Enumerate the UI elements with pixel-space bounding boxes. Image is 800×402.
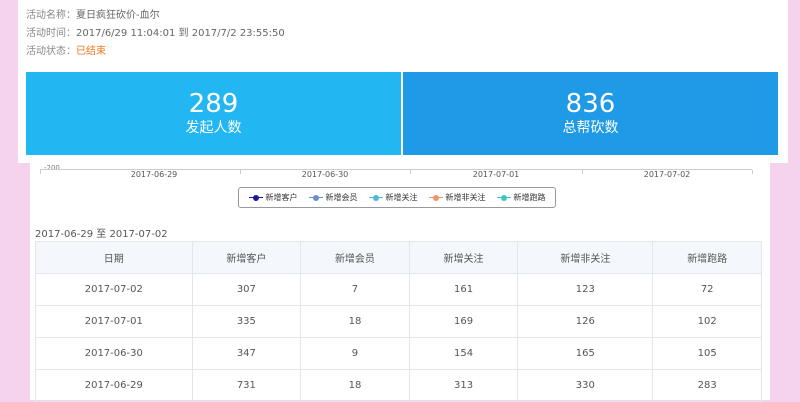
activity-status-row: 活动状态：已结束 bbox=[26, 42, 106, 57]
legend-item-new-members[interactable]: 新增会员 bbox=[308, 192, 358, 203]
table-cell: 330 bbox=[517, 369, 654, 402]
legend-item-new-follows[interactable]: 新增关注 bbox=[368, 192, 418, 203]
activity-time-label: 活动时间： bbox=[26, 28, 76, 39]
x-axis-tick bbox=[410, 170, 411, 174]
table-cell: 9 bbox=[300, 337, 410, 370]
table-cell: 154 bbox=[408, 337, 519, 370]
activity-status-value: 已结束 bbox=[76, 46, 106, 57]
table-cell: 307 bbox=[191, 273, 302, 306]
legend-label: 新增会员 bbox=[325, 193, 358, 202]
helpers-stat-card: 836 总帮砍数 bbox=[403, 72, 778, 155]
legend-marker-icon bbox=[496, 194, 511, 202]
table-header-row: 日期 新增客户 新增会员 新增关注 新增非关注 新增跑路 bbox=[35, 241, 762, 274]
table-cell: 123 bbox=[517, 273, 654, 306]
table-row: 2017-07-02 307 7 161 123 72 bbox=[35, 273, 762, 306]
x-axis-tick bbox=[752, 170, 753, 174]
activity-name-value: 夏日疯狂砍价-血尔 bbox=[76, 10, 160, 21]
activity-time-value: 2017/6/29 11:04:01 到 2017/7/2 23:55:50 bbox=[76, 28, 285, 39]
x-axis-tick bbox=[582, 170, 583, 174]
x-axis-tick bbox=[240, 170, 241, 174]
legend-marker-icon bbox=[368, 194, 383, 202]
legend-item-new-non-follows[interactable]: 新增非关注 bbox=[428, 192, 486, 203]
column-header-new-members: 新增会员 bbox=[300, 241, 410, 274]
activity-name-label: 活动名称： bbox=[26, 10, 76, 21]
table-cell: 2017-06-30 bbox=[35, 337, 193, 370]
activity-status-label: 活动状态： bbox=[26, 46, 76, 57]
activity-name-row: 活动名称：夏日疯狂砍价-血尔 bbox=[26, 6, 160, 21]
table-cell: 731 bbox=[191, 369, 302, 402]
table-cell: 283 bbox=[652, 369, 762, 402]
x-axis-label: 2017-07-02 bbox=[643, 170, 691, 179]
table-cell: 2017-07-02 bbox=[35, 273, 193, 306]
legend-label: 新增跑路 bbox=[513, 193, 546, 202]
legend-item-new-customers[interactable]: 新增客户 bbox=[248, 192, 298, 203]
table-row: 2017-06-30 347 9 154 165 105 bbox=[35, 337, 762, 370]
table-cell: 161 bbox=[408, 273, 519, 306]
table-cell: 72 bbox=[652, 273, 762, 306]
column-header-new-follows: 新增关注 bbox=[408, 241, 519, 274]
initiators-label: 发起人数 bbox=[185, 120, 242, 136]
initiators-count: 289 bbox=[188, 89, 239, 119]
legend-label: 新增客户 bbox=[265, 193, 298, 202]
chart-legend: 新增客户 新增会员 新增关注 新增非关注 新增跑路 bbox=[238, 187, 556, 208]
report-area: -200 2017-06-29 2017-06-30 2017-07-01 20… bbox=[30, 163, 770, 402]
table-cell: 18 bbox=[300, 305, 410, 338]
table-cell: 165 bbox=[517, 337, 654, 370]
legend-item-new-churned[interactable]: 新增跑路 bbox=[496, 192, 546, 203]
table-cell: 2017-07-01 bbox=[35, 305, 193, 338]
legend-marker-icon bbox=[248, 194, 263, 202]
date-range-text: 2017-06-29 至 2017-07-02 bbox=[35, 229, 168, 240]
x-axis-label: 2017-07-01 bbox=[472, 170, 520, 179]
table-cell: 169 bbox=[408, 305, 519, 338]
helpers-count: 836 bbox=[565, 89, 616, 119]
legend-label: 新增关注 bbox=[385, 193, 418, 202]
column-header-new-non-follows: 新增非关注 bbox=[517, 241, 654, 274]
column-header-date: 日期 bbox=[35, 241, 193, 274]
table-cell: 347 bbox=[191, 337, 302, 370]
table-cell: 7 bbox=[300, 273, 410, 306]
table-cell: 313 bbox=[408, 369, 519, 402]
helpers-label: 总帮砍数 bbox=[562, 120, 619, 136]
x-axis-tick bbox=[40, 170, 41, 174]
table-cell: 105 bbox=[652, 337, 762, 370]
activity-time-row: 活动时间：2017/6/29 11:04:01 到 2017/7/2 23:55… bbox=[26, 24, 285, 39]
activity-panel: 活动名称：夏日疯狂砍价-血尔 活动时间：2017/6/29 11:04:01 到… bbox=[18, 0, 788, 163]
legend-marker-icon bbox=[428, 194, 443, 202]
column-header-new-customers: 新增客户 bbox=[191, 241, 302, 274]
table-cell: 18 bbox=[300, 369, 410, 402]
x-axis-label: 2017-06-30 bbox=[301, 170, 349, 179]
x-axis-label: 2017-06-29 bbox=[130, 170, 178, 179]
initiators-stat-card: 289 发起人数 bbox=[26, 72, 401, 155]
table-row: 2017-06-29 731 18 313 330 283 bbox=[35, 369, 762, 402]
legend-marker-icon bbox=[308, 194, 323, 202]
table-cell: 126 bbox=[517, 305, 654, 338]
table-cell: 102 bbox=[652, 305, 762, 338]
table-cell: 2017-06-29 bbox=[35, 369, 193, 402]
y-axis-min-label: -200 bbox=[44, 164, 60, 172]
column-header-new-churned: 新增跑路 bbox=[652, 241, 762, 274]
table-cell: 335 bbox=[191, 305, 302, 338]
table-row: 2017-07-01 335 18 169 126 102 bbox=[35, 305, 762, 338]
daily-stats-table: 日期 新增客户 新增会员 新增关注 新增非关注 新增跑路 2017-07-02 … bbox=[35, 241, 762, 402]
legend-label: 新增非关注 bbox=[445, 193, 486, 202]
